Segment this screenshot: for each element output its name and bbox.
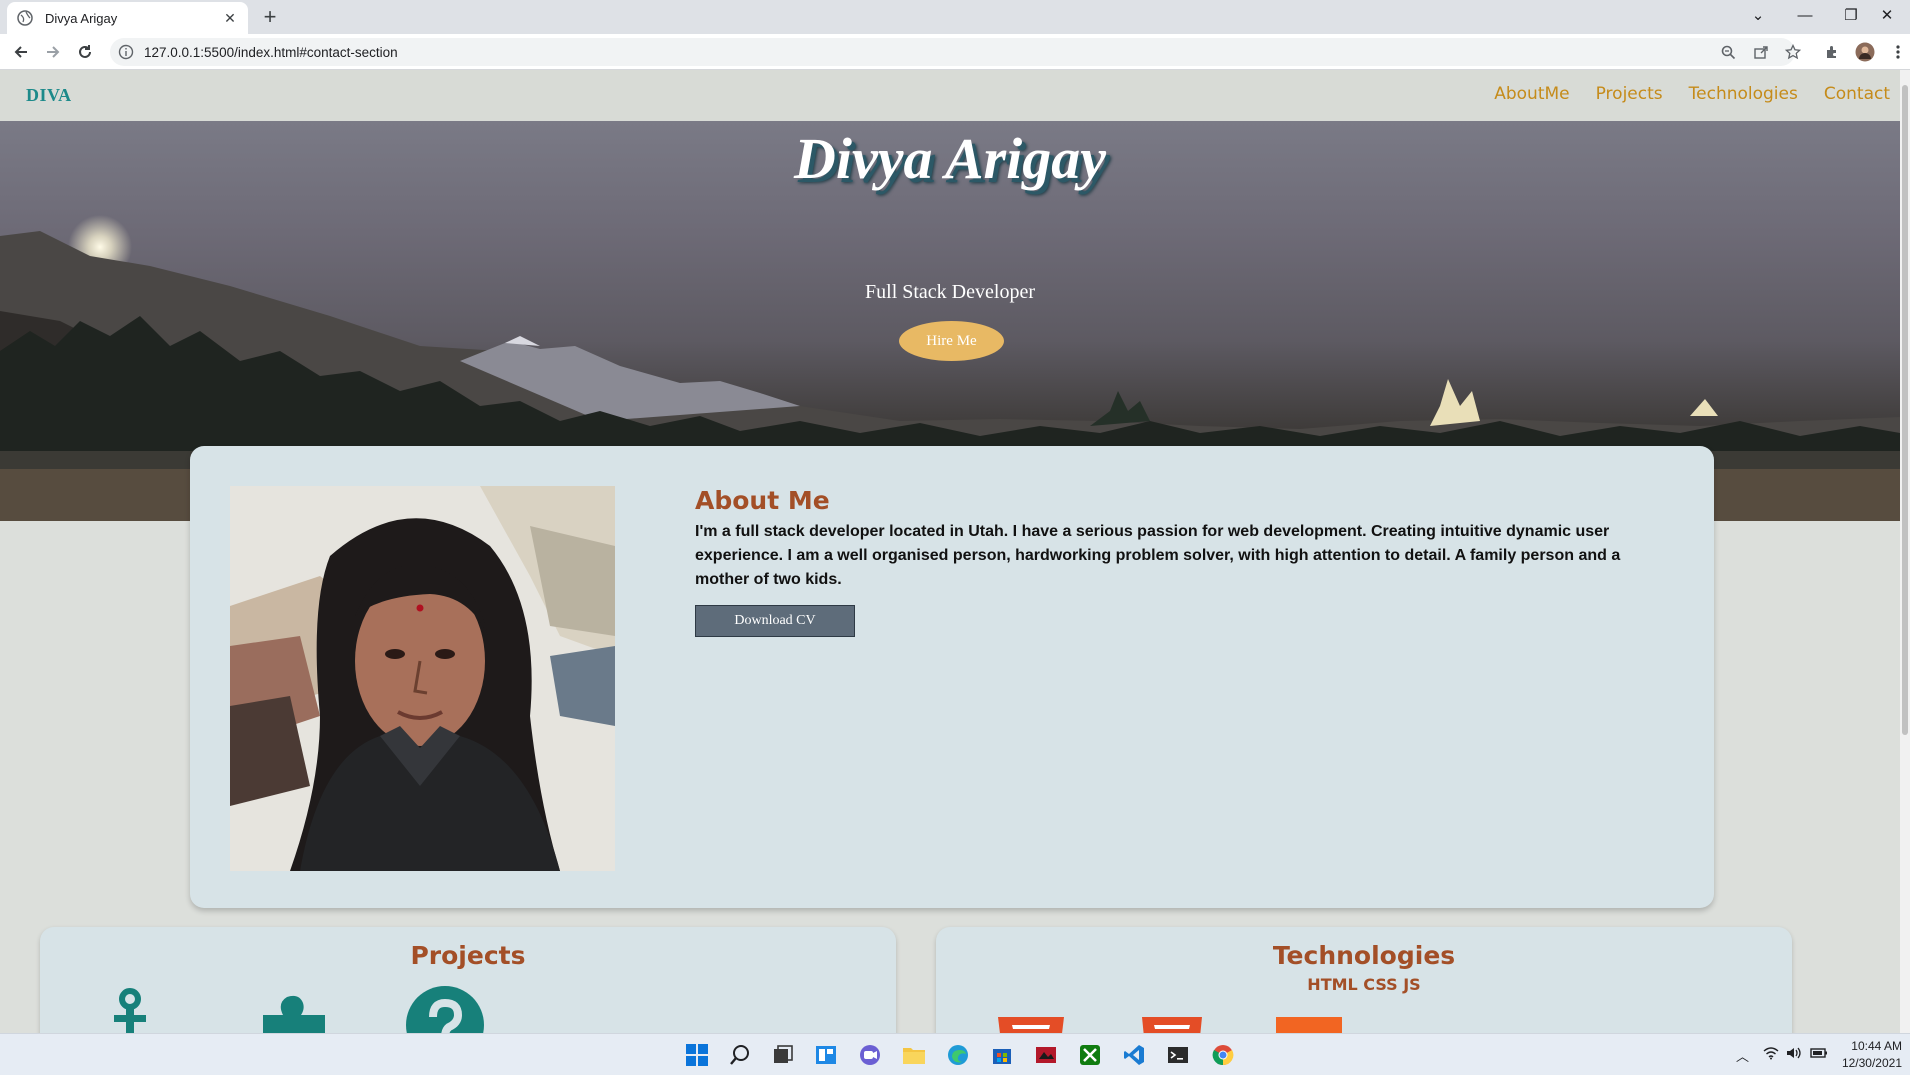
nav-link-technologies[interactable]: Technologies <box>1689 84 1798 104</box>
about-heading: About Me <box>695 486 830 515</box>
js-icon <box>1276 1017 1342 1033</box>
app-icon[interactable] <box>1033 1042 1059 1068</box>
nav-links: AboutMe Projects Technologies Contact <box>1494 84 1890 104</box>
new-tab-button[interactable]: + <box>258 5 282 29</box>
url-field[interactable]: 127.0.0.1:5500/index.html#contact-sectio… <box>110 38 1795 66</box>
projects-card: Projects <box>40 927 896 1033</box>
profile-photo <box>230 486 615 871</box>
taskbar: ︿ 10:44 AM 12/30/2021 <box>0 1033 1910 1075</box>
hero-subtitle: Full Stack Developer <box>865 281 1035 303</box>
download-cv-button[interactable]: Download CV <box>695 605 855 637</box>
anchor-icon <box>114 988 146 1033</box>
page-viewport: DIVA AboutMe Projects Technologies Conta… <box>0 70 1910 1033</box>
hire-me-button[interactable]: Hire Me <box>899 321 1004 361</box>
battery-icon[interactable] <box>1810 1046 1828 1063</box>
browser-tab-bar: Divya Arigay ✕ + ⌄ — ❐ ✕ <box>0 0 1910 34</box>
show-hidden-icons[interactable]: ︿ <box>1736 1046 1749 1065</box>
chrome-icon[interactable] <box>1210 1042 1236 1068</box>
profile-avatar[interactable] <box>1855 42 1875 62</box>
browser-tab[interactable]: Divya Arigay ✕ <box>7 2 248 34</box>
store-icon[interactable] <box>989 1042 1015 1068</box>
url-text: 127.0.0.1:5500/index.html#contact-sectio… <box>144 44 398 60</box>
tab-search-icon[interactable]: ⌄ <box>1735 0 1781 30</box>
zoom-icon[interactable] <box>1718 42 1738 62</box>
minimize-button[interactable]: — <box>1782 0 1828 30</box>
task-view-icon[interactable] <box>770 1042 796 1068</box>
css3-icon <box>1142 1017 1202 1033</box>
vscode-icon[interactable] <box>1121 1042 1147 1068</box>
file-explorer-icon[interactable] <box>901 1042 927 1068</box>
extensions-icon[interactable] <box>1822 42 1842 62</box>
globe-icon <box>17 10 33 26</box>
about-card: About Me I'm a full stack developer loca… <box>190 446 1714 908</box>
windows-start-icon[interactable] <box>684 1042 710 1068</box>
nav-link-contact[interactable]: Contact <box>1824 84 1890 104</box>
wifi-icon[interactable] <box>1763 1046 1779 1063</box>
back-button[interactable] <box>9 40 33 64</box>
address-bar: 127.0.0.1:5500/index.html#contact-sectio… <box>0 34 1910 70</box>
clock-date: 12/30/2021 <box>1841 1056 1902 1070</box>
page-scrollbar[interactable] <box>1900 70 1910 1033</box>
xbox-icon[interactable] <box>1077 1042 1103 1068</box>
tab-title: Divya Arigay <box>45 10 118 26</box>
hero-title: Divya Arigay <box>794 126 1106 191</box>
clock-time: 10:44 AM <box>1851 1039 1902 1053</box>
nav-link-projects[interactable]: Projects <box>1596 84 1663 104</box>
arrow-right-icon <box>47 46 60 58</box>
technologies-subheading: HTML CSS JS <box>1307 975 1421 994</box>
share-icon[interactable] <box>1751 42 1771 62</box>
about-description: I'm a full stack developer located in Ut… <box>695 523 1621 588</box>
technologies-card: Technologies HTML CSS JS <box>936 927 1792 1033</box>
system-clock[interactable]: 10:44 AM 12/30/2021 <box>1842 1038 1902 1072</box>
reload-button[interactable] <box>73 40 97 64</box>
star-icon[interactable] <box>1783 42 1803 62</box>
info-icon[interactable] <box>118 44 134 60</box>
question-icon <box>406 986 484 1033</box>
technologies-heading: Technologies <box>1272 941 1456 970</box>
scrollbar-thumb[interactable] <box>1902 85 1908 735</box>
close-window-button[interactable]: ✕ <box>1864 0 1910 30</box>
widgets-icon[interactable] <box>813 1042 839 1068</box>
forward-button[interactable] <box>41 40 65 64</box>
close-tab-icon[interactable]: ✕ <box>222 10 238 27</box>
chat-icon[interactable] <box>857 1042 883 1068</box>
search-icon[interactable] <box>727 1042 753 1068</box>
terminal-icon[interactable] <box>1165 1042 1191 1068</box>
edge-icon[interactable] <box>945 1042 971 1068</box>
puzzle-icon <box>263 995 325 1033</box>
site-brand[interactable]: DIVA <box>26 85 72 106</box>
html5-icon <box>998 1017 1064 1033</box>
menu-icon[interactable] <box>1888 42 1908 62</box>
reload-icon <box>79 45 91 58</box>
volume-icon[interactable] <box>1786 1046 1802 1063</box>
arrow-left-icon <box>14 46 27 58</box>
nav-link-aboutme[interactable]: AboutMe <box>1494 84 1569 104</box>
site-navbar: DIVA AboutMe Projects Technologies Conta… <box>0 70 1900 121</box>
projects-heading: Projects <box>410 941 526 970</box>
